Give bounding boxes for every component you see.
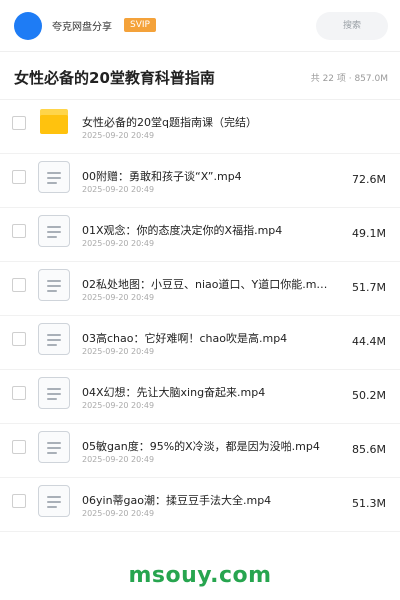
file-size: 85.6M: [352, 443, 386, 456]
title-row: 女性必备的20堂教育科普指南 共 22 项 · 857.0M: [0, 52, 400, 100]
item-summary: 共 22 项 · 857.0M: [310, 74, 388, 84]
search-input[interactable]: 搜索: [316, 12, 388, 40]
file-row[interactable]: 05敏gan度：95%的X冷淡，都是因为没啪.mp4 2025-09-20 20…: [0, 424, 400, 478]
file-name: 00附赠：勇敢和孩子谈“X”.mp4: [82, 170, 242, 183]
file-date: 2025-09-20 20:49: [82, 185, 155, 194]
file-size: 50.2M: [352, 389, 386, 402]
select-checkbox[interactable]: [12, 224, 26, 238]
file-date: 2025-09-20 20:49: [82, 455, 155, 464]
file-name: 03高chao：它好难啊！chao吹是高.mp4: [82, 332, 288, 345]
folder-icon: [40, 109, 68, 134]
folder-name: 女性必备的20堂q题指南课（完结）: [82, 116, 257, 129]
file-row[interactable]: 02私处地图：小豆豆、niao道口、Y道口你能.m… 2025-09-20 20…: [0, 262, 400, 316]
file-date: 2025-09-20 20:49: [82, 401, 155, 410]
avatar[interactable]: [14, 12, 42, 40]
file-icon: [38, 161, 70, 193]
file-row[interactable]: 04X幻想：先让大脑xing奋起来.mp4 2025-09-20 20:49 5…: [0, 370, 400, 424]
file-date: 2025-09-20 20:49: [82, 293, 155, 302]
svip-badge: SVIP: [124, 18, 156, 32]
page-title: 女性必备的20堂教育科普指南: [14, 69, 215, 87]
select-checkbox[interactable]: [12, 494, 26, 508]
header: 夸克网盘分享 SVIP 搜索: [0, 0, 400, 52]
file-row[interactable]: 06yin蒂gao潮：揉豆豆手法大全.mp4 2025-09-20 20:49 …: [0, 478, 400, 532]
select-checkbox[interactable]: [12, 278, 26, 292]
file-row[interactable]: 03高chao：它好难啊！chao吹是高.mp4 2025-09-20 20:4…: [0, 316, 400, 370]
file-size: 44.4M: [352, 335, 386, 348]
file-size: 49.1M: [352, 227, 386, 240]
file-size: 51.3M: [352, 497, 386, 510]
file-icon: [38, 323, 70, 355]
select-checkbox[interactable]: [12, 386, 26, 400]
file-name: 05敏gan度：95%的X冷淡，都是因为没啪.mp4: [82, 440, 320, 453]
file-icon: [38, 431, 70, 463]
file-date: 2025-09-20 20:49: [82, 239, 155, 248]
select-checkbox[interactable]: [12, 440, 26, 454]
folder-row[interactable]: 女性必备的20堂q题指南课（完结） 2025-09-20 20:49: [0, 100, 400, 154]
file-icon: [38, 269, 70, 301]
file-size: 51.7M: [352, 281, 386, 294]
file-icon: [38, 215, 70, 247]
select-checkbox[interactable]: [12, 170, 26, 184]
select-checkbox[interactable]: [12, 116, 26, 130]
file-row[interactable]: 01X观念：你的态度决定你的X福指.mp4 2025-09-20 20:49 4…: [0, 208, 400, 262]
file-icon: [38, 485, 70, 517]
file-date: 2025-09-20 20:49: [82, 347, 155, 356]
file-name: 06yin蒂gao潮：揉豆豆手法大全.mp4: [82, 494, 272, 507]
file-row[interactable]: 00附赠：勇敢和孩子谈“X”.mp4 2025-09-20 20:49 72.6…: [0, 154, 400, 208]
select-checkbox[interactable]: [12, 332, 26, 346]
watermark-text: msouy.com: [128, 563, 272, 588]
file-date: 2025-09-20 20:49: [82, 509, 155, 518]
file-list: 女性必备的20堂q题指南课（完结） 2025-09-20 20:49 00附赠：…: [0, 100, 400, 532]
file-name: 02私处地图：小豆豆、niao道口、Y道口你能.m…: [82, 278, 328, 291]
file-size: 72.6M: [352, 173, 386, 186]
folder-date: 2025-09-20 20:49: [82, 131, 155, 140]
file-name: 01X观念：你的态度决定你的X福指.mp4: [82, 224, 283, 237]
share-name: 夸克网盘分享: [52, 22, 112, 33]
file-name: 04X幻想：先让大脑xing奋起来.mp4: [82, 386, 266, 399]
file-icon: [38, 377, 70, 409]
